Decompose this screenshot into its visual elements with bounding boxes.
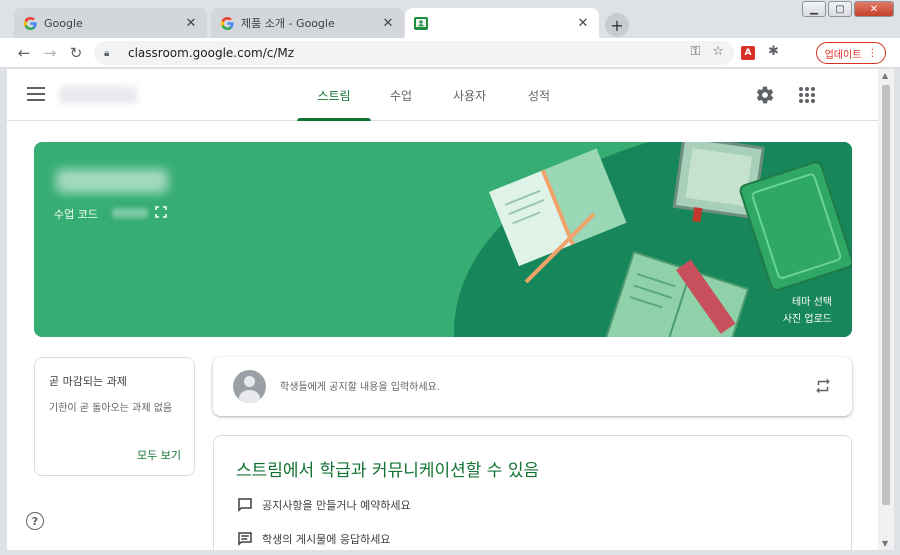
- google-g-icon: [219, 15, 235, 31]
- tab-stream-label: 스트림: [317, 88, 351, 103]
- gear-icon[interactable]: [755, 85, 775, 105]
- class-banner: 수업 코드 테마 선택 사진 업로드: [34, 142, 852, 337]
- scrollbar-thumb[interactable]: [882, 85, 890, 505]
- close-icon[interactable]: ✕: [183, 16, 199, 31]
- announce-box[interactable]: 학생들에게 공지할 내용을 입력하세요.: [213, 357, 852, 416]
- stream-info-card: 스트림에서 학급과 커뮤니케이션할 수 있음 공지사항을 만들거나 예약하세요 …: [213, 435, 852, 550]
- reload-icon[interactable]: ↻: [66, 43, 86, 63]
- tab-grades[interactable]: 성적: [510, 69, 568, 121]
- list-item: 공지사항을 만들거나 예약하세요: [236, 496, 411, 514]
- apps-grid-icon[interactable]: [799, 87, 815, 103]
- tab-title: Google: [44, 16, 83, 30]
- update-button[interactable]: 업데이트 ⋮: [816, 42, 886, 64]
- extensions-puzzle-icon[interactable]: ✱: [768, 44, 779, 59]
- upcoming-card: 곧 마감되는 과제 기한이 곧 돌아오는 과제 없음 모두 보기: [34, 357, 195, 476]
- stream-info-title: 스트림에서 학급과 커뮤니케이션할 수 있음: [236, 461, 540, 481]
- scroll-up-icon[interactable]: ▲: [882, 71, 888, 80]
- browser-tab-google[interactable]: Google ✕: [14, 8, 207, 38]
- browser-titlebar: Google ✕ 제품 소개 - Google ✕ ✕ + ▁ ▢ ✕: [0, 0, 900, 38]
- menu-icon[interactable]: [27, 87, 45, 101]
- close-icon[interactable]: ✕: [575, 16, 591, 31]
- page-scrollbar[interactable]: ▲ ▼: [878, 69, 894, 550]
- new-tab-button[interactable]: +: [605, 13, 629, 37]
- tab-stream[interactable]: 스트림: [297, 69, 371, 121]
- page-viewport: 스트림 수업 사용자 성적 수업 코드 테마 선택 사진 업로드 곧 마감되는 …: [7, 69, 878, 550]
- key-icon[interactable]: ⚿: [690, 44, 700, 59]
- tab-grades-label: 성적: [528, 88, 551, 103]
- repost-icon[interactable]: [814, 377, 832, 395]
- star-icon[interactable]: ☆: [712, 44, 724, 59]
- update-label: 업데이트: [824, 49, 862, 61]
- classroom-appbar: 스트림 수업 사용자 성적: [7, 69, 878, 121]
- view-all-link[interactable]: 모두 보기: [137, 447, 181, 463]
- browser-tab-product[interactable]: 제품 소개 - Google ✕: [211, 8, 404, 38]
- pdf-extension-icon[interactable]: A: [741, 46, 755, 60]
- window-controls: ▁ ▢ ✕: [802, 1, 894, 17]
- back-arrow-icon[interactable]: ←: [14, 43, 34, 63]
- help-icon[interactable]: ?: [26, 512, 44, 530]
- minimize-icon[interactable]: ▁: [802, 1, 826, 17]
- stream-info-item: 학생의 게시물에 응답하세요: [262, 533, 391, 546]
- chat-bubble-icon: [238, 498, 252, 513]
- tab-classwork-label: 수업: [390, 88, 413, 103]
- window-frame-left: [0, 68, 7, 555]
- comment-lines-icon: [238, 532, 252, 547]
- class-code-label: 수업 코드: [54, 208, 98, 221]
- window-close-icon[interactable]: ✕: [854, 1, 894, 17]
- list-item: 학생의 게시물에 응답하세요: [236, 530, 390, 548]
- avatar: [233, 370, 266, 403]
- select-theme-link[interactable]: 테마 선택: [792, 293, 832, 308]
- scroll-down-icon[interactable]: ▼: [882, 539, 888, 548]
- tab-people-label: 사용자: [453, 88, 487, 103]
- url-text: classroom.google.com/c/Mz: [128, 46, 295, 60]
- class-name-redacted: [59, 86, 137, 104]
- more-vert-icon: ⋮: [867, 47, 878, 59]
- browser-tab-classroom[interactable]: ✕: [405, 8, 599, 38]
- maximize-icon[interactable]: ▢: [828, 1, 852, 17]
- close-icon[interactable]: ✕: [380, 16, 396, 31]
- url-bar[interactable]: 🔒︎ classroom.google.com/c/Mz ⚿ ☆: [94, 41, 734, 65]
- google-g-icon: [22, 15, 38, 31]
- fullscreen-icon[interactable]: [155, 206, 167, 218]
- announce-placeholder: 학생들에게 공지할 내용을 입력하세요.: [280, 382, 440, 393]
- tab-people[interactable]: 사용자: [435, 69, 504, 121]
- tab-title: 제품 소개 - Google: [241, 17, 335, 30]
- tab-classwork[interactable]: 수업: [372, 69, 430, 121]
- browser-toolbar: ← → ↻ 🔒︎ classroom.google.com/c/Mz ⚿ ☆ A…: [0, 38, 900, 68]
- forward-arrow-icon[interactable]: →: [40, 43, 60, 63]
- window-frame-bottom: [0, 550, 900, 555]
- upcoming-empty-text: 기한이 곧 돌아오는 과제 없음: [49, 403, 173, 414]
- upcoming-title: 곧 마감되는 과제: [49, 375, 127, 388]
- class-code-redacted: [112, 208, 148, 218]
- lock-icon: 🔒︎: [104, 47, 110, 59]
- upload-photo-link[interactable]: 사진 업로드: [783, 310, 832, 325]
- class-title-redacted: [56, 169, 168, 193]
- classroom-icon: [413, 15, 429, 31]
- stream-info-item: 공지사항을 만들거나 예약하세요: [262, 499, 411, 512]
